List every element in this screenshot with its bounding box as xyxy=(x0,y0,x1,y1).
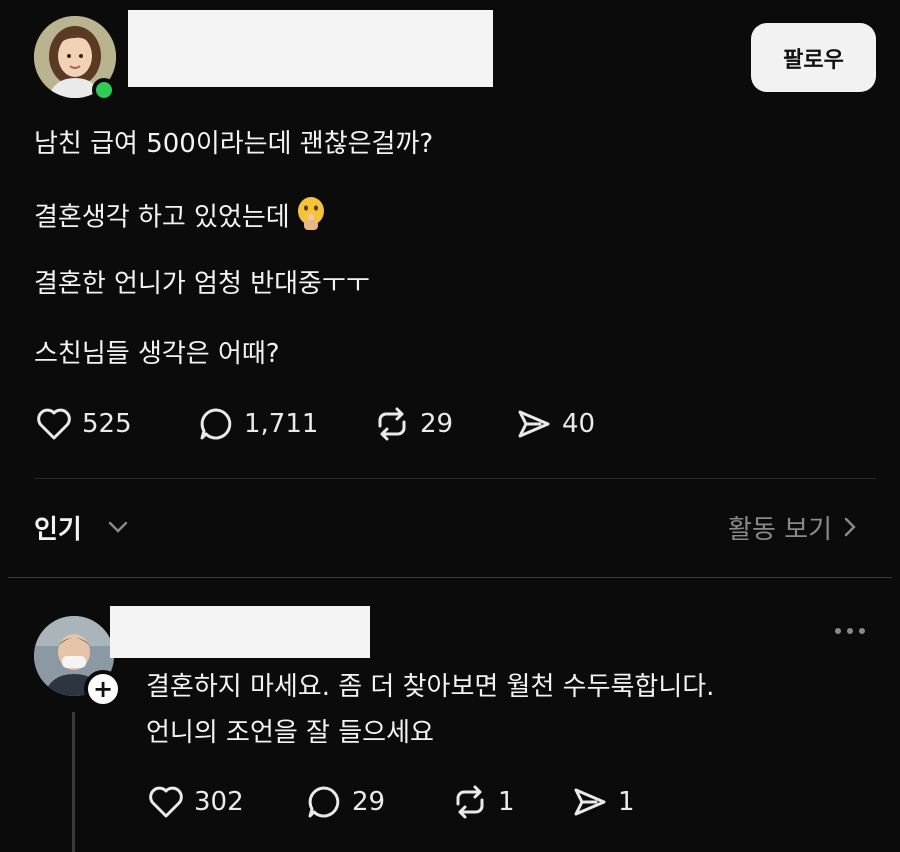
reply-repost-count: 1 xyxy=(498,787,515,817)
reply-author-name-redacted xyxy=(110,606,370,658)
reply-like-button[interactable]: 302 xyxy=(146,782,304,822)
reply-share-button[interactable]: 1 xyxy=(570,782,635,822)
chevron-down-icon[interactable] xyxy=(106,515,130,539)
online-status-dot xyxy=(92,78,116,102)
heart-icon xyxy=(37,408,71,440)
chevron-right-icon[interactable] xyxy=(838,515,862,539)
reply-comment-button[interactable]: 29 xyxy=(304,782,450,822)
reply-actions: 302 29 1 1 xyxy=(146,782,635,822)
follow-plus-button[interactable]: + xyxy=(84,670,122,708)
post-line-2: 결혼생각 하고 있었는데 xyxy=(34,196,874,233)
reply-line-1: 결혼하지 마세요. 좀 더 찾아보면 월천 수두룩합니다. xyxy=(146,672,715,702)
heart-icon xyxy=(149,786,183,818)
divider xyxy=(34,478,876,479)
sort-dropdown[interactable]: 인기 xyxy=(34,509,82,546)
share-button[interactable]: 40 xyxy=(514,404,595,444)
post-line-4: 스친님들 생각은 어때? xyxy=(34,339,280,369)
like-count: 525 xyxy=(82,409,132,439)
repost-icon xyxy=(456,785,484,819)
post-line-3: 결혼한 언니가 엄청 반대중ㅜㅜ xyxy=(34,269,370,299)
repost-icon xyxy=(378,407,406,441)
author-name-redacted xyxy=(128,10,493,87)
thread-line xyxy=(72,712,75,852)
post-body: 남친 급여 500이라는데 괜찮은걸까? 결혼생각 하고 있었는데 결혼한 언니… xyxy=(34,126,874,406)
repost-count: 29 xyxy=(420,409,454,439)
comment-icon xyxy=(308,786,340,818)
shushing-face-icon xyxy=(296,196,326,240)
share-count: 40 xyxy=(562,409,596,439)
comment-icon xyxy=(200,408,232,440)
reply-share-count: 1 xyxy=(618,787,635,817)
post-line-1: 남친 급여 500이라는데 괜찮은걸까? xyxy=(34,129,434,159)
post-actions: 525 1,711 29 40 xyxy=(34,404,595,444)
reply-repost-button[interactable]: 1 xyxy=(450,782,570,822)
repost-button[interactable]: 29 xyxy=(372,404,514,444)
follow-button[interactable]: 팔로우 xyxy=(751,23,876,92)
reply-text: 결혼하지 마세요. 좀 더 찾아보면 월천 수두룩합니다. 언니의 조언을 잘 … xyxy=(146,664,714,756)
post-header: 팔로우 xyxy=(0,0,900,110)
reply-item: + 결혼하지 마세요. 좀 더 찾아보면 월천 수두룩합니다. 언니의 조언을 … xyxy=(0,600,900,852)
reply-comment-count: 29 xyxy=(352,787,386,817)
post-line-2-text: 결혼생각 하고 있었는데 xyxy=(34,202,290,233)
like-button[interactable]: 525 xyxy=(34,404,196,444)
reply-line-2: 언니의 조언을 잘 들으세요 xyxy=(146,718,434,748)
send-icon xyxy=(518,410,550,438)
divider xyxy=(8,577,892,578)
send-icon xyxy=(574,788,606,816)
more-options-icon[interactable] xyxy=(834,626,866,636)
sort-row: 인기 활동 보기 xyxy=(34,505,864,549)
view-activity-link[interactable]: 활동 보기 xyxy=(728,509,832,546)
comment-count: 1,711 xyxy=(244,409,319,439)
reply-like-count: 302 xyxy=(194,787,244,817)
comment-button[interactable]: 1,711 xyxy=(196,404,372,444)
